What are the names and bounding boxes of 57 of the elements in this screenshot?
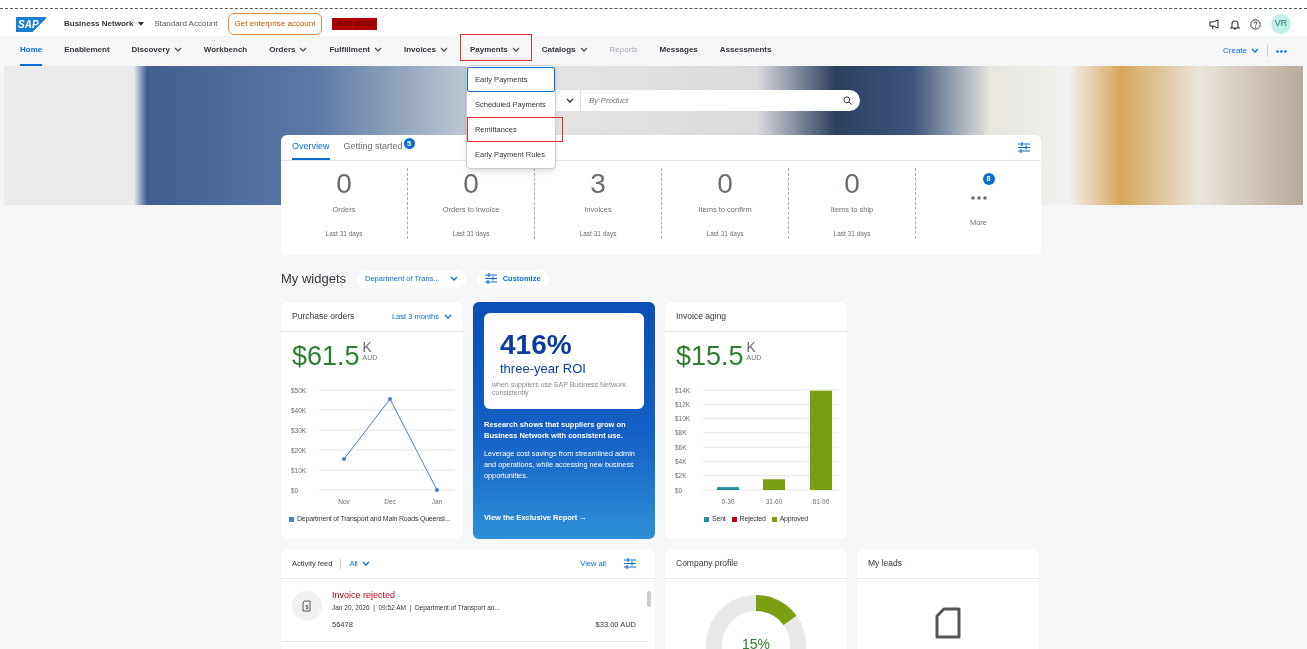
filter-settings-icon[interactable] bbox=[624, 558, 636, 569]
chevron-down-icon bbox=[1251, 48, 1259, 54]
nav-tab[interactable]: Discovery bbox=[131, 36, 182, 66]
chevron-down-icon bbox=[579, 47, 588, 53]
card-title: Purchase orders bbox=[292, 310, 355, 323]
chevron-down-icon[interactable] bbox=[566, 97, 574, 104]
chevron-down-icon bbox=[361, 560, 370, 567]
nav-tab[interactable]: Workbench bbox=[203, 36, 248, 66]
overview-tab[interactable]: Overview bbox=[292, 135, 330, 160]
nav-tab[interactable]: Enablement bbox=[64, 36, 110, 66]
megaphone-icon[interactable] bbox=[1209, 19, 1220, 29]
create-button[interactable]: Create bbox=[1223, 36, 1259, 66]
chevron-down-icon bbox=[449, 275, 458, 282]
activity-title: Invoice rejected bbox=[332, 589, 397, 602]
amount-value: $15.5 bbox=[676, 340, 744, 372]
data-point[interactable] bbox=[388, 397, 392, 401]
chevron-down-icon bbox=[373, 47, 382, 53]
filter-settings-icon[interactable] bbox=[1018, 142, 1030, 153]
percent-label: 15% bbox=[742, 635, 770, 649]
search-icon[interactable] bbox=[843, 96, 852, 105]
nav-tab[interactable]: Assessments bbox=[719, 36, 772, 66]
card-title: My leads bbox=[868, 557, 902, 570]
section-title: My widgets bbox=[281, 269, 347, 288]
promo-subtitle: three-year ROI bbox=[500, 360, 587, 378]
nav-tab[interactable]: Fulfillment bbox=[329, 36, 382, 66]
user-avatar[interactable]: VR bbox=[1271, 14, 1291, 34]
chevron-down-icon bbox=[173, 47, 182, 53]
amount-value: $61.5 bbox=[292, 340, 360, 372]
scrollbar bbox=[647, 591, 651, 607]
notification-bell-icon[interactable] bbox=[1230, 18, 1240, 30]
card-title: Company profile bbox=[676, 557, 738, 570]
account-type-label: Standard Account bbox=[154, 18, 218, 30]
more-options-icon[interactable] bbox=[1276, 49, 1287, 53]
promo-figure: 416% bbox=[500, 331, 573, 359]
amount-unit: K bbox=[746, 340, 757, 354]
chevron-down-icon bbox=[299, 47, 308, 53]
data-point[interactable] bbox=[342, 457, 346, 461]
enterprise-account-button[interactable]: Get enterprise account bbox=[227, 13, 323, 35]
caret-icon bbox=[138, 22, 145, 26]
nav-tab[interactable]: Orders bbox=[269, 36, 308, 66]
chevron-down-icon bbox=[439, 47, 448, 53]
brand-menu-button[interactable]: Business Network bbox=[64, 18, 145, 30]
more-dots-icon bbox=[970, 196, 987, 200]
chevron-down-icon bbox=[444, 313, 452, 320]
nav-tab[interactable]: Catalogs bbox=[541, 36, 588, 66]
data-point[interactable] bbox=[435, 488, 439, 492]
chevron-down-icon bbox=[511, 47, 520, 53]
nav-tab[interactable]: Messages bbox=[659, 36, 698, 66]
invoice-icon bbox=[292, 591, 322, 621]
help-icon[interactable] bbox=[1250, 18, 1261, 30]
search-field[interactable]: By Product bbox=[581, 94, 843, 107]
amount-unit: K bbox=[362, 340, 373, 354]
card-title: Invoice aging bbox=[676, 310, 727, 323]
document-icon bbox=[935, 607, 961, 639]
settings-sliders-icon bbox=[484, 273, 497, 284]
sap-logo[interactable]: SAP bbox=[16, 16, 46, 32]
nav-tab[interactable]: Invoices bbox=[403, 36, 448, 66]
